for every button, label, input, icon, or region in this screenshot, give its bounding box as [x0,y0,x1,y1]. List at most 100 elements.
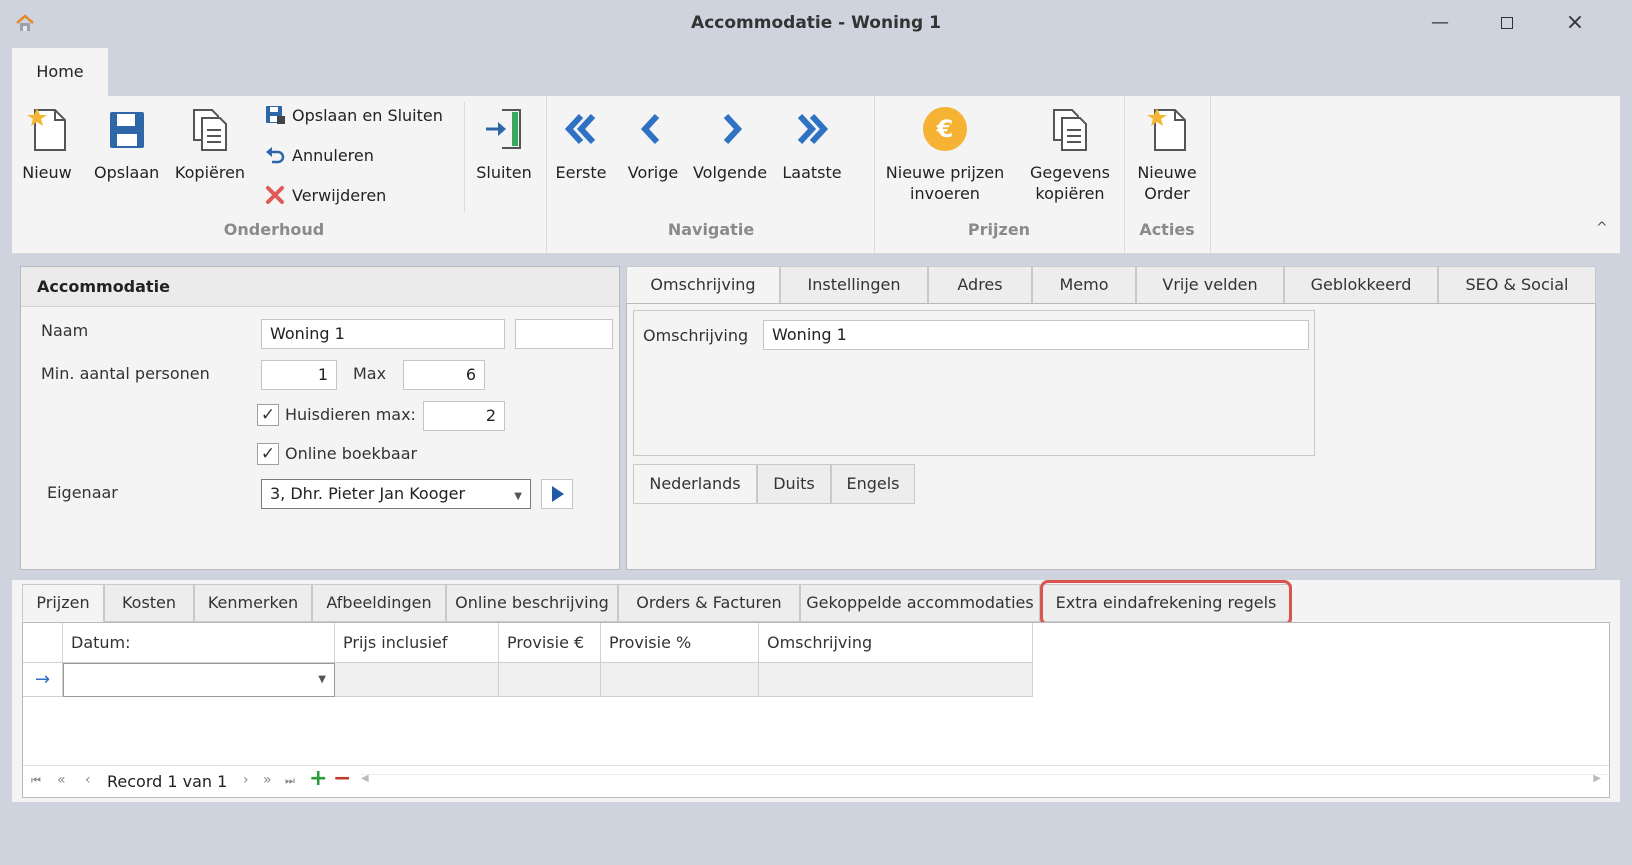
grid-cell-provisie-pct[interactable] [601,663,759,697]
tab-memo[interactable]: Memo [1032,266,1136,304]
lang-tab-engels[interactable]: Engels [831,464,915,504]
tab-gekoppelde-accommodaties[interactable]: Gekoppelde accommodaties [800,584,1040,622]
tab-online-beschrijving[interactable]: Online beschrijving [446,584,618,622]
tab-orders-facturen[interactable]: Orders & Facturen [618,584,800,622]
kopieren-label: Kopiëren [174,163,246,182]
gegevens-label-2: kopiëren [1035,184,1105,203]
grid-header-provisie-pct[interactable]: Provisie % [601,623,759,663]
ribbon: Nieuw Opslaan Kopiëren Opslaan en Sluite… [12,96,1620,254]
scroll-left-icon[interactable]: ◀ [361,773,369,784]
volgende-button[interactable]: Volgende [692,106,768,183]
verwijderen-button[interactable]: Verwijderen [264,184,386,206]
horizontal-scrollbar[interactable]: ◀ ▶ [359,773,1609,788]
gegevens-kopieren-button[interactable]: Gegevens kopiëren [1020,106,1120,204]
delete-icon [266,186,284,204]
first-record-icon [564,113,596,145]
vorige-button[interactable]: Vorige [626,106,680,183]
annuleren-button[interactable]: Annuleren [264,144,374,166]
close-button[interactable]: × [1560,10,1590,36]
highlight-box [1040,580,1292,626]
next-record-nav-icon[interactable]: › [243,772,249,788]
huisdieren-max-field[interactable]: 2 [423,401,505,431]
eigenaar-open-button[interactable] [541,479,573,509]
naam-extra-field[interactable] [515,319,613,349]
prev-record-nav-icon[interactable]: ‹ [85,772,91,788]
nieuw-button[interactable]: Nieuw [22,106,72,183]
grid-indicator-header [23,623,63,663]
nieuwe-prijzen-label-2: invoeren [910,184,980,203]
last-record-nav-icon[interactable]: ⏭ [285,774,295,788]
min-personen-field[interactable]: 1 [261,360,337,390]
last-record-icon [797,113,829,145]
new-order-icon [1147,108,1186,151]
accommodatie-panel: Accommodatie Naam Woning 1 Min. aantal p… [20,266,620,570]
min-personen-label: Min. aantal personen [41,364,210,383]
prev-page-nav-icon[interactable]: « [57,772,66,788]
tab-seo-social[interactable]: SEO & Social [1438,266,1596,304]
lang-tab-duits[interactable]: Duits [757,464,831,504]
grid-header-prijs-inclusief[interactable]: Prijs inclusief [335,623,499,663]
tab-omschrijving[interactable]: Omschrijving [626,266,780,304]
tab-geblokkeerd[interactable]: Geblokkeerd [1284,266,1438,304]
laatste-label: Laatste [782,163,842,182]
online-boekbaar-checkbox[interactable]: ✓ [257,443,279,465]
opslaan-button[interactable]: Opslaan [94,106,160,183]
eigenaar-label: Eigenaar [47,483,118,502]
ribbon-collapse-button[interactable]: ^ [1596,220,1608,236]
next-page-nav-icon[interactable]: » [263,772,272,788]
tab-instellingen[interactable]: Instellingen [780,266,928,304]
ribbon-tab-home[interactable]: Home [12,48,108,96]
tab-kosten[interactable]: Kosten [104,584,194,622]
vorige-label: Vorige [627,163,679,182]
max-personen-field[interactable]: 6 [403,360,485,390]
remove-record-icon[interactable]: − [333,766,351,791]
scroll-right-icon[interactable]: ▶ [1593,773,1601,784]
grid-header-datum[interactable]: Datum: [63,623,335,663]
grid-cell-provisie-euro[interactable] [499,663,601,697]
grid-cell-datum[interactable]: ▼ [63,663,335,697]
opslaan-sluiten-button[interactable]: Opslaan en Sluiten [264,104,443,126]
chevron-up-icon: ^ [1596,220,1608,236]
minimize-button[interactable]: — [1425,10,1455,36]
chevron-down-icon: ▼ [318,674,326,685]
tab-vrije-velden[interactable]: Vrije velden [1136,266,1284,304]
kopieren-button[interactable]: Kopiëren [172,106,248,183]
chevron-down-icon: ▼ [514,491,522,502]
sluiten-button[interactable]: Sluiten [474,106,534,183]
omschrijving-field[interactable]: Woning 1 [763,320,1309,350]
grid-cell-omschrijving[interactable] [759,663,1033,697]
minimize-icon: — [1431,12,1449,33]
omschrijving-panel: Omschrijving Woning 1 Nederlands Duits E… [626,303,1596,570]
maximize-button[interactable] [1492,10,1522,36]
group-separator [1210,96,1211,254]
grid-header-omschrijving[interactable]: Omschrijving [759,623,1033,663]
record-text: Record 1 van 1 [107,772,228,791]
grid-cell-prijs[interactable] [335,663,499,697]
add-record-icon[interactable]: + [309,766,327,791]
tab-adres[interactable]: Adres [928,266,1032,304]
nieuwe-prijzen-button[interactable]: € Nieuwe prijzen invoeren [880,106,1010,204]
first-record-nav-icon[interactable]: ⏮ [31,774,41,788]
annuleren-label: Annuleren [292,145,374,165]
group-label-navigatie: Navigatie [667,220,755,239]
huisdieren-checkbox[interactable]: ✓ [257,404,279,426]
play-arrow-icon [552,486,564,502]
grid-header-provisie-euro[interactable]: Provisie € [499,623,601,663]
nieuwe-prijzen-label-1: Nieuwe prijzen [885,163,1005,182]
nieuwe-order-button[interactable]: Nieuwe Order [1126,106,1208,204]
laatste-button[interactable]: Laatste [778,106,846,183]
eigenaar-select[interactable]: 3, Dhr. Pieter Jan Kooger ▼ [261,479,531,509]
verwijderen-label: Verwijderen [292,185,387,205]
tab-afbeeldingen[interactable]: Afbeeldingen [312,584,446,622]
eerste-button[interactable]: Eerste [550,106,612,183]
lang-tab-nederlands[interactable]: Nederlands [633,464,757,504]
save-icon [110,112,144,148]
tab-prijzen[interactable]: Prijzen [22,584,104,622]
tab-kenmerken[interactable]: Kenmerken [194,584,312,622]
opslaan-sluiten-label: Opslaan en Sluiten [292,105,443,125]
naam-field[interactable]: Woning 1 [261,319,505,349]
new-document-icon [27,108,66,151]
close-icon: × [1565,10,1585,35]
opslaan-label: Opslaan [94,163,160,182]
naam-label: Naam [41,321,89,340]
